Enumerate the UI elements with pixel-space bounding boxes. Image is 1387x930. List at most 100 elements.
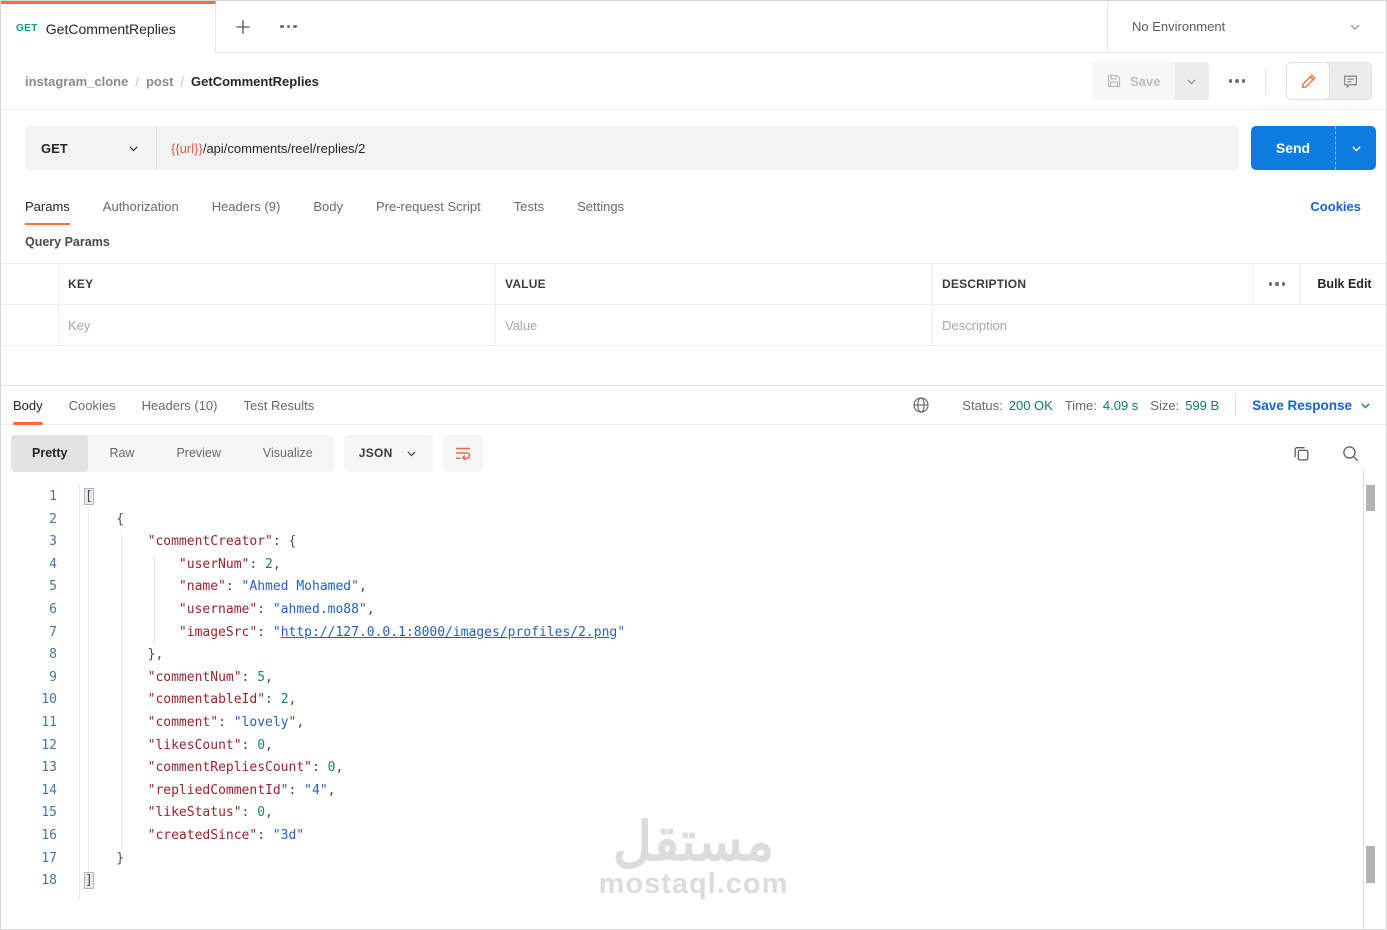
param-description-input[interactable]	[942, 317, 1386, 333]
chevron-down-icon	[1348, 20, 1362, 34]
response-tab-headers[interactable]: Headers (10)	[142, 386, 218, 424]
response-tools	[1292, 444, 1372, 463]
url-variable: {{url}}	[171, 140, 203, 156]
scrollbar-track	[1363, 468, 1364, 929]
size-label: Size:	[1150, 397, 1180, 413]
scrollbar-thumb[interactable]	[1366, 846, 1375, 883]
breadcrumb-collection[interactable]: instagram_clone	[25, 74, 128, 89]
query-params-label: Query Params	[25, 235, 110, 249]
edit-comment-toggle	[1286, 62, 1372, 100]
code-lines: [ { "commentCreator": { "userNum": 2, "n…	[85, 489, 626, 889]
method-selector[interactable]: GET	[25, 126, 156, 170]
edit-mode-button[interactable]	[1287, 63, 1329, 99]
format-selector[interactable]: JSON	[343, 434, 433, 472]
status-label: Status:	[962, 397, 1003, 413]
save-response-button[interactable]: Save Response	[1252, 398, 1372, 413]
save-options-button[interactable]	[1174, 62, 1209, 100]
view-raw-button[interactable]: Raw	[88, 435, 155, 472]
globe-icon[interactable]	[912, 396, 930, 414]
chevron-down-icon	[1350, 142, 1363, 155]
chevron-down-icon	[1185, 75, 1198, 88]
tab-authorization[interactable]: Authorization	[103, 188, 179, 225]
param-key-input[interactable]	[68, 317, 495, 333]
query-params-table: KEY VALUE DESCRIPTION Bulk Edit	[1, 263, 1386, 346]
params-handle-column	[1, 264, 59, 304]
search-icon[interactable]	[1341, 444, 1360, 463]
params-input-row	[1, 305, 1386, 346]
view-preview-button[interactable]: Preview	[155, 435, 241, 472]
gutter-border	[79, 485, 80, 899]
tab-method-badge: GET	[16, 23, 38, 34]
breadcrumb-folder[interactable]: post	[146, 74, 173, 89]
save-button[interactable]: Save	[1092, 62, 1174, 100]
breadcrumb-separator: /	[135, 73, 139, 89]
bulk-edit-button[interactable]: Bulk Edit	[1301, 264, 1386, 304]
status-value: 200 OK	[1008, 397, 1053, 413]
column-header-key: KEY	[59, 264, 496, 304]
view-pretty-button[interactable]: Pretty	[11, 434, 89, 472]
tab-settings[interactable]: Settings	[577, 188, 624, 225]
scrollbar-thumb[interactable]	[1366, 485, 1375, 511]
view-mode-group: Pretty Raw Preview Visualize	[11, 434, 334, 472]
wrap-text-icon	[454, 444, 472, 462]
save-button-group: Save	[1092, 62, 1209, 100]
meatball-menu-icon	[1268, 282, 1286, 286]
plus-icon	[234, 18, 252, 36]
comments-button[interactable]	[1329, 63, 1371, 99]
response-tab-body[interactable]: Body	[13, 386, 43, 425]
divider	[1265, 68, 1266, 94]
params-more-options-button[interactable]	[1254, 264, 1301, 304]
meatball-menu-icon	[280, 24, 297, 29]
column-header-description: DESCRIPTION	[933, 264, 1254, 304]
save-label: Save	[1130, 73, 1161, 89]
tab-options-button[interactable]	[280, 24, 297, 29]
response-tab-cookies[interactable]: Cookies	[69, 386, 116, 424]
breadcrumb-separator: /	[180, 73, 185, 89]
tab-pre-request-script[interactable]: Pre-request Script	[376, 188, 481, 225]
time-label: Time:	[1064, 397, 1097, 413]
response-body-code[interactable]: 1 2 3 4 5 6 7 8 9 10 11 12 13 14 15 16 17 18 [ { "comment…	[1, 481, 1372, 929]
tab-body[interactable]: Body	[313, 188, 343, 225]
method-label: GET	[41, 140, 68, 156]
environment-selector[interactable]: No Environment	[1107, 1, 1386, 53]
send-button[interactable]: Send	[1251, 126, 1336, 170]
chevron-down-icon	[1359, 399, 1372, 412]
postman-window: No Environment GET GetCommentReplies ins…	[0, 0, 1387, 930]
environment-label: No Environment	[1132, 19, 1226, 34]
tab-bar: No Environment GET GetCommentReplies	[1, 1, 1386, 53]
breadcrumb-request-name[interactable]: GetCommentReplies	[191, 74, 319, 89]
params-row-handle[interactable]	[1, 305, 59, 345]
column-header-value: VALUE	[496, 264, 933, 304]
comment-bubble-icon	[1342, 73, 1359, 90]
url-path: /api/comments/reel/replies/2	[202, 140, 366, 156]
response-meta: Status: 200 OK Time: 4.09 s Size: 599 B …	[912, 394, 1372, 416]
request-tabs: Params Authorization Headers (9) Body Pr…	[25, 186, 1361, 226]
param-value-input[interactable]	[505, 317, 932, 333]
request-header-row: instagram_clone / post / GetCommentRepli…	[1, 53, 1386, 110]
chevron-down-icon	[405, 447, 418, 460]
pencil-icon	[1300, 73, 1317, 90]
tab-strip: No Environment	[216, 1, 1386, 53]
params-header-row: KEY VALUE DESCRIPTION Bulk Edit	[1, 263, 1386, 305]
response-header-row: Body Cookies Headers (10) Test Results S…	[1, 385, 1386, 425]
wrap-lines-button[interactable]	[442, 434, 483, 472]
send-button-group: Send	[1251, 126, 1376, 170]
request-url-row: GET {{url}}/api/comments/reel/replies/2 …	[1, 110, 1386, 186]
format-label: JSON	[358, 446, 393, 460]
send-options-button[interactable]	[1336, 126, 1376, 170]
tab-headers[interactable]: Headers (9)	[212, 188, 281, 225]
response-tab-test-results[interactable]: Test Results	[243, 386, 314, 424]
url-input[interactable]: {{url}}/api/comments/reel/replies/2	[156, 126, 1239, 170]
save-floppy-icon	[1106, 73, 1122, 89]
copy-icon[interactable]	[1292, 444, 1311, 463]
tab-tests[interactable]: Tests	[514, 188, 544, 225]
cookies-link[interactable]: Cookies	[1310, 199, 1361, 214]
divider	[1235, 394, 1237, 416]
request-tab[interactable]: GET GetCommentReplies	[1, 1, 216, 53]
tab-params[interactable]: Params	[25, 188, 70, 225]
request-more-actions-button[interactable]	[1228, 79, 1245, 83]
view-visualize-button[interactable]: Visualize	[242, 435, 334, 472]
new-tab-button[interactable]	[234, 18, 252, 36]
chevron-down-icon	[127, 142, 140, 155]
save-response-label: Save Response	[1252, 397, 1352, 413]
